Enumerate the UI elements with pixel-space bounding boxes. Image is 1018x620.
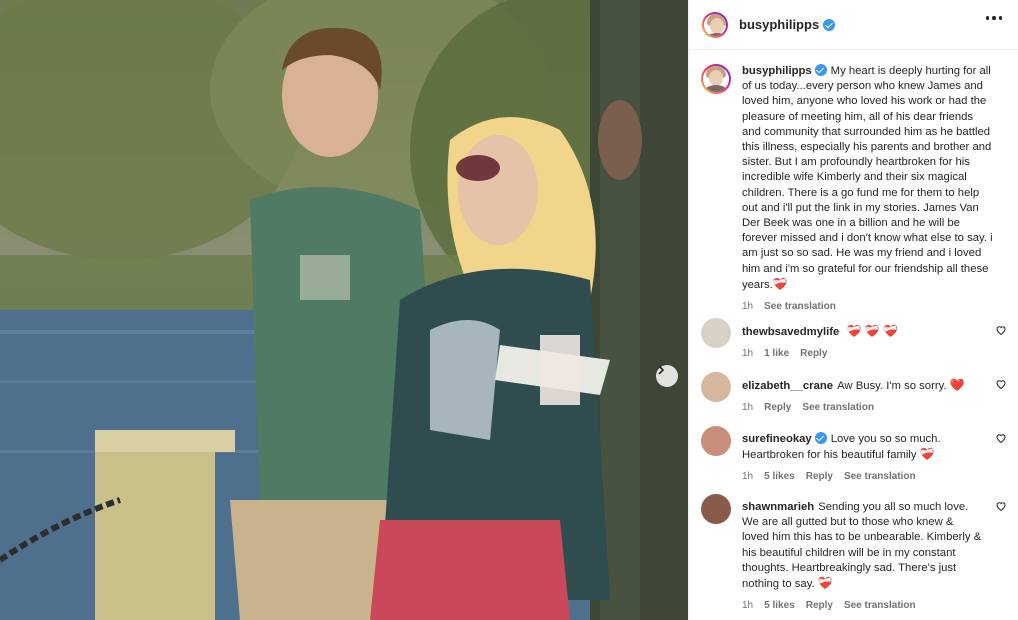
heart-outline-icon[interactable] [995, 324, 1007, 336]
caption-text: My heart is deeply hurting for all of us… [742, 65, 993, 291]
comment-text: Aw Busy. I'm so sorry. [837, 380, 947, 392]
comment-item: surefineokay Love you so so much. Heartbr… [701, 426, 1007, 482]
comment-item: thewbsavedmylife ❤️‍🩹 ❤️‍🩹 ❤️‍🩹 1h 1 lik… [701, 318, 1007, 359]
next-photo-button[interactable] [656, 365, 678, 387]
author-username[interactable]: busyphilipps [739, 17, 836, 32]
caption-meta: 1h See translation [742, 301, 994, 312]
comment-time: 1h [742, 402, 754, 414]
comment-likes[interactable]: 1 like [764, 348, 789, 359]
caption-entry: busyphilipps My heart is deeply hurting f… [701, 64, 1007, 312]
post-header: busyphilipps [689, 0, 1018, 50]
post-photo [0, 0, 688, 620]
commenter-avatar[interactable] [701, 426, 731, 456]
see-translation-link[interactable]: See translation [764, 301, 836, 312]
verified-badge-icon [814, 64, 827, 76]
heart-emoji: ❤️‍🩹 [772, 276, 788, 291]
comment-time: 1h [742, 348, 754, 360]
comment-emoji: ❤️‍🩹 [817, 576, 833, 591]
heart-outline-icon[interactable] [995, 432, 1007, 444]
caption-avatar[interactable] [701, 64, 731, 94]
see-translation-link[interactable]: See translation [802, 402, 874, 413]
reply-button[interactable]: Reply [764, 402, 791, 413]
comment-item: shawnmarieh Sending you all so much love.… [701, 494, 1007, 611]
chevron-right-icon [658, 365, 665, 375]
post-side-panel: busyphilipps busyphilipps My heart is dee… [688, 0, 1018, 620]
comment-meta: 1h Reply See translation [742, 402, 982, 413]
caption-username[interactable]: busyphilipps [742, 65, 812, 77]
comment-time: 1h [742, 471, 754, 483]
commenter-avatar[interactable] [701, 318, 731, 348]
commenter-avatar[interactable] [701, 494, 731, 524]
comment-meta: 1h 1 like Reply [742, 348, 982, 359]
photo-illustration [0, 0, 688, 620]
comment-time: 1h [742, 600, 754, 612]
comment-username[interactable]: shawnmarieh [742, 501, 814, 513]
comment-meta: 1h 5 likes Reply See translation [742, 471, 982, 482]
comment-emoji: ❤️‍🩹 [919, 447, 935, 462]
reply-button[interactable]: Reply [806, 600, 833, 611]
comment-username[interactable]: surefineokay [742, 433, 812, 445]
comment-meta: 1h 5 likes Reply See translation [742, 600, 982, 611]
caption-time: 1h [742, 301, 754, 313]
verified-badge-icon [823, 19, 836, 31]
comment-emoji: ❤️ [949, 378, 965, 392]
reply-button[interactable]: Reply [800, 348, 827, 359]
reply-button[interactable]: Reply [806, 471, 833, 482]
more-options-icon[interactable] [985, 16, 1002, 20]
comment-likes[interactable]: 5 likes [764, 471, 795, 482]
author-username-text[interactable]: busyphilipps [739, 17, 819, 32]
commenter-avatar[interactable] [701, 372, 731, 402]
heart-outline-icon[interactable] [995, 378, 1007, 390]
author-avatar[interactable] [702, 12, 728, 38]
comment-text: Sending you all so much love. We are all… [742, 501, 982, 591]
comment-likes[interactable]: 5 likes [764, 600, 795, 611]
comment-item: elizabeth__crane Aw Busy. I'm so sorry. ❤… [701, 372, 1007, 413]
verified-badge-icon [814, 432, 827, 444]
comment-emoji: ❤️‍🩹 ❤️‍🩹 ❤️‍🩹 [846, 324, 898, 338]
see-translation-link[interactable]: See translation [844, 600, 916, 611]
comments-list: busyphilipps My heart is deeply hurting f… [689, 51, 1018, 620]
heart-outline-icon[interactable] [995, 500, 1007, 512]
comment-username[interactable]: elizabeth__crane [742, 380, 833, 392]
comment-username[interactable]: thewbsavedmylife [742, 326, 839, 338]
see-translation-link[interactable]: See translation [844, 471, 916, 482]
